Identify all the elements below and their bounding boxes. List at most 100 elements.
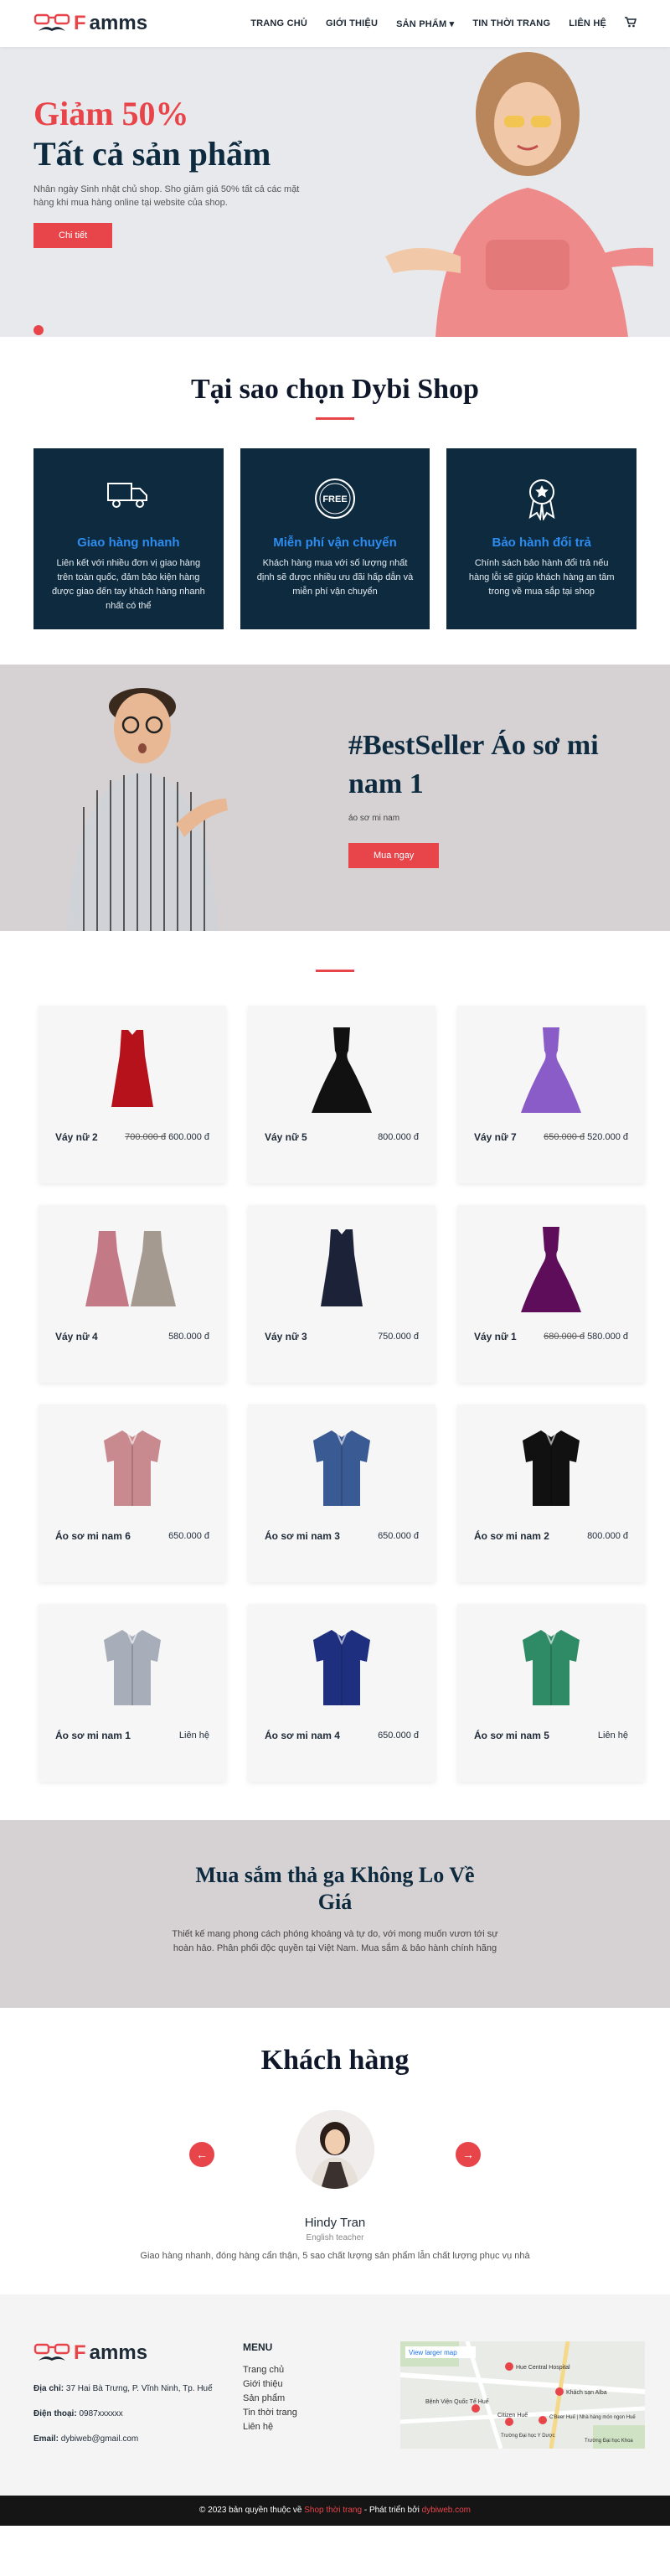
product-card[interactable]: Áo sơ mi nam 5 Liên hệ <box>457 1604 645 1782</box>
footer-link-products[interactable]: Sản phẩm <box>243 2393 297 2403</box>
product-name[interactable]: Váy nữ 4 <box>55 1331 98 1342</box>
product-name[interactable]: Áo sơ mi nam 6 <box>55 1530 131 1542</box>
product-card[interactable]: Áo sơ mi nam 3 650.000 đ <box>248 1404 436 1582</box>
product-image[interactable] <box>39 1205 226 1331</box>
product-current-price: Liên hệ <box>597 1730 628 1741</box>
site-logo[interactable]: Famms <box>34 12 147 35</box>
feature-title: Miễn phí vận chuyển <box>273 535 397 550</box>
product-name[interactable]: Váy nữ 7 <box>474 1131 517 1143</box>
product-name[interactable]: Áo sơ mi nam 1 <box>55 1730 131 1741</box>
product-card[interactable]: Váy nữ 4 580.000 đ <box>39 1205 226 1383</box>
product-meta: Váy nữ 2 700.000 đ 600.000 đ <box>39 1131 226 1143</box>
logo-rest: amms <box>89 12 148 34</box>
footer-link-about[interactable]: Giới thiệu <box>243 2379 297 2389</box>
product-card[interactable]: Áo sơ mi nam 1 Liên hệ <box>39 1604 226 1782</box>
product-price: 750.000 đ <box>375 1332 419 1342</box>
product-card[interactable]: Váy nữ 3 750.000 đ <box>248 1205 436 1383</box>
product-name[interactable]: Váy nữ 5 <box>265 1131 307 1143</box>
product-meta: Áo sơ mi nam 4 650.000 đ <box>248 1730 436 1741</box>
google-map[interactable]: View larger map Hue Central Hospital Khá… <box>400 2341 645 2449</box>
product-price: 580.000 đ <box>166 1332 209 1342</box>
next-arrow-icon[interactable]: → <box>456 2142 481 2167</box>
nav-products[interactable]: SẢN PHẨM ▾ <box>396 18 454 29</box>
customer-quote: Giao hàng nhanh, đóng hàng cẩn thận, 5 s… <box>140 2251 530 2261</box>
why-title: Tại sao chọn Dybi Shop <box>191 374 479 405</box>
testimonial-carousel: ← → <box>34 2110 636 2202</box>
product-current-price: 650.000 đ <box>168 1531 209 1541</box>
glasses-mustache-icon <box>34 2343 70 2361</box>
product-card[interactable]: Váy nữ 1 680.000 đ 580.000 đ <box>457 1205 645 1383</box>
product-name[interactable]: Áo sơ mi nam 4 <box>265 1730 340 1741</box>
feature-text: Liên kết với nhiều đơn vị giao hàng trên… <box>51 558 205 611</box>
product-image[interactable] <box>248 1205 436 1331</box>
copyright-text: - Phát triển bởi <box>362 2506 422 2515</box>
address-value: 37 Hai Bà Trưng, P. Vĩnh Ninh, Tp. Huế <box>65 2384 213 2393</box>
product-image[interactable] <box>39 1404 226 1530</box>
product-name[interactable]: Áo sơ mi nam 2 <box>474 1530 549 1542</box>
product-image[interactable] <box>248 1006 436 1131</box>
slider-dot[interactable] <box>34 325 44 335</box>
copyright-dev-link[interactable]: dybiweb.com <box>422 2506 471 2515</box>
product-meta: Áo sơ mi nam 5 Liên hệ <box>457 1730 645 1741</box>
product-image[interactable] <box>248 1604 436 1730</box>
product-image[interactable] <box>457 1006 645 1131</box>
prev-arrow-icon[interactable]: ← <box>189 2142 214 2167</box>
product-card[interactable]: Váy nữ 2 700.000 đ 600.000 đ <box>39 1006 226 1183</box>
footer-link-news[interactable]: Tin thời trang <box>243 2408 297 2418</box>
feature-card-warranty: Bảo hành đổi trả Chính sách bảo hành đổi… <box>446 448 637 629</box>
buy-now-button[interactable]: Mua ngay <box>348 843 440 868</box>
product-image[interactable] <box>457 1604 645 1730</box>
customers-section: Khách hàng ← → Hindy Tran English teache… <box>0 2008 670 2294</box>
nav-news[interactable]: TIN THỜI TRANG <box>472 18 550 28</box>
product-name[interactable]: Áo sơ mi nam 3 <box>265 1530 340 1542</box>
hero-banner: Giảm 50% Tất cả sản phẩm Nhân ngày Sinh … <box>0 47 670 337</box>
product-old-price: 650.000 đ <box>544 1132 585 1142</box>
product-name[interactable]: Váy nữ 3 <box>265 1331 307 1342</box>
product-name[interactable]: Váy nữ 1 <box>474 1331 517 1342</box>
product-card[interactable]: Váy nữ 7 650.000 đ 520.000 đ <box>457 1006 645 1183</box>
hero-detail-button[interactable]: Chi tiết <box>34 223 113 248</box>
feature-card-delivery: Giao hàng nhanh Liên kết với nhiều đơn v… <box>34 448 224 629</box>
nav-contact[interactable]: LIÊN HỆ <box>569 18 606 28</box>
footer-logo[interactable]: Famms <box>34 2341 213 2365</box>
phone-value: 0987xxxxxx <box>79 2409 123 2418</box>
product-current-price: 580.000 đ <box>587 1332 628 1342</box>
copyright-shop-link[interactable]: Shop thời trang <box>304 2506 362 2515</box>
product-card[interactable]: Váy nữ 5 800.000 đ <box>248 1006 436 1183</box>
product-meta: Áo sơ mi nam 1 Liên hệ <box>39 1730 226 1741</box>
product-image[interactable] <box>39 1604 226 1730</box>
cart-icon[interactable] <box>625 17 637 30</box>
product-image[interactable] <box>248 1404 436 1530</box>
footer-email: Email: dybiweb@gmail.com <box>34 2434 213 2445</box>
product-price: Liên hệ <box>595 1730 628 1741</box>
svg-text:Bệnh Viện Quốc Tế Huế: Bệnh Viện Quốc Tế Huế <box>425 2398 489 2405</box>
logo-rest: amms <box>89 2341 148 2364</box>
product-meta: Váy nữ 1 680.000 đ 580.000 đ <box>457 1331 645 1342</box>
free-badge-icon: FREE <box>257 477 414 519</box>
nav-home[interactable]: TRANG CHỦ <box>250 18 307 28</box>
feature-cards: Giao hàng nhanh Liên kết với nhiều đơn v… <box>34 448 637 629</box>
hero-text: Giảm 50% Tất cả sản phẩm Nhân ngày Sinh … <box>34 94 318 248</box>
product-card[interactable]: Áo sơ mi nam 4 650.000 đ <box>248 1604 436 1782</box>
product-image[interactable] <box>457 1205 645 1331</box>
customer-role: English teacher <box>306 2233 364 2242</box>
award-ribbon-icon <box>463 477 620 520</box>
product-old-price: 680.000 đ <box>544 1332 585 1342</box>
product-name[interactable]: Váy nữ 2 <box>55 1131 98 1143</box>
product-price: 650.000 đ 520.000 đ <box>544 1132 628 1142</box>
email-value[interactable]: dybiweb@gmail.com <box>61 2434 138 2444</box>
product-current-price: 650.000 đ <box>378 1531 419 1541</box>
product-current-price: 800.000 đ <box>378 1132 419 1142</box>
product-grid: Váy nữ 2 700.000 đ 600.000 đ Váy nữ 5 800… <box>39 1006 645 1782</box>
svg-text:FREE: FREE <box>322 494 347 504</box>
product-current-price: 520.000 đ <box>587 1132 628 1142</box>
customers-title: Khách hàng <box>260 2045 410 2076</box>
footer-link-home[interactable]: Trang chủ <box>243 2365 297 2375</box>
product-card[interactable]: Áo sơ mi nam 2 800.000 đ <box>457 1404 645 1582</box>
product-image[interactable] <box>457 1404 645 1530</box>
product-image[interactable] <box>39 1006 226 1131</box>
product-card[interactable]: Áo sơ mi nam 6 650.000 đ <box>39 1404 226 1582</box>
footer-link-contact[interactable]: Liên hệ <box>243 2422 297 2432</box>
product-name[interactable]: Áo sơ mi nam 5 <box>474 1730 549 1741</box>
nav-about[interactable]: GIỚI THIỆU <box>326 18 378 28</box>
